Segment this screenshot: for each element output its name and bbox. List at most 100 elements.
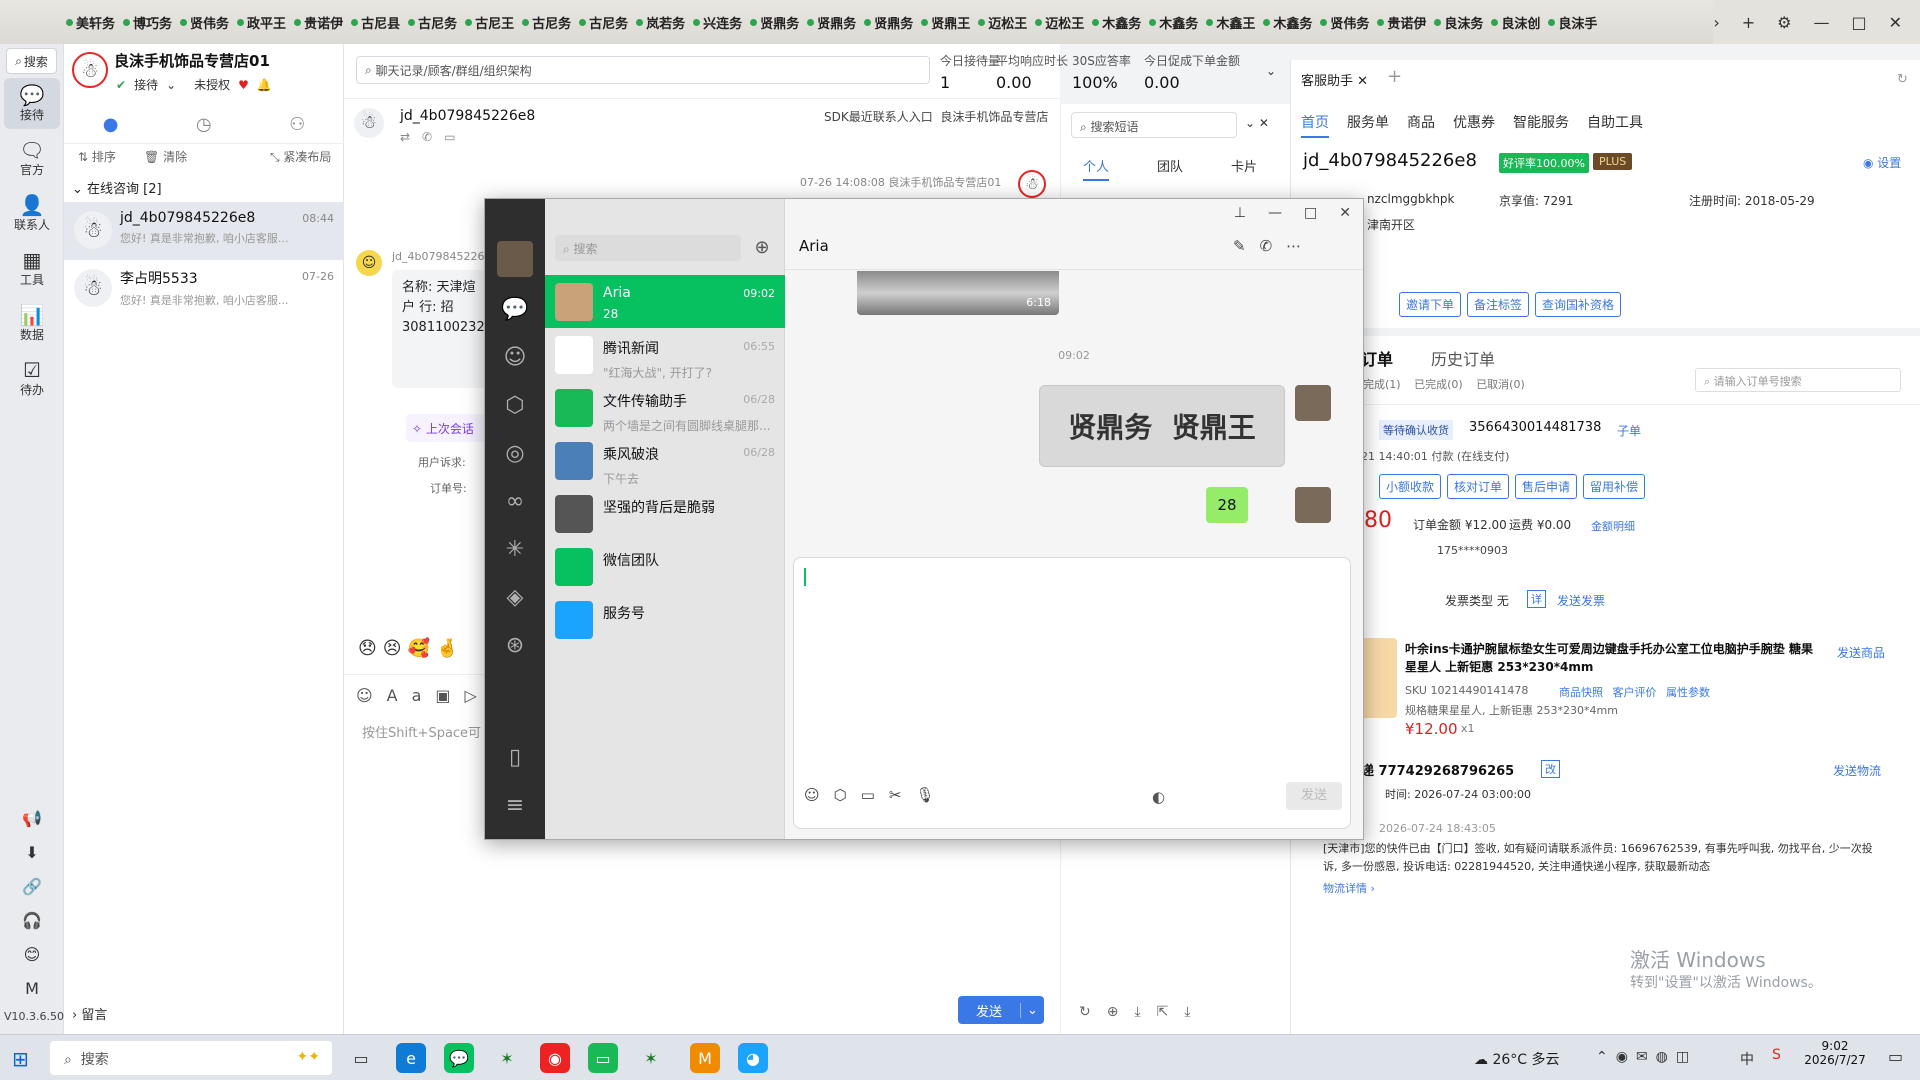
top-tab[interactable]: 良沫创 bbox=[1491, 13, 1540, 32]
invoice-detail-button[interactable]: 详 bbox=[1527, 590, 1546, 608]
sku-links[interactable]: 商品快照 客户评价 属性参数 bbox=[1559, 684, 1710, 700]
wechat-conversation-item[interactable]: 文件传输助手 两个墙是之间有圆脚线桌腿那... 06/28 bbox=[545, 381, 785, 434]
diamond-icon[interactable]: ◈ bbox=[497, 579, 533, 615]
order-subtabs[interactable]: 完成(1) 已完成(0) 已取消(0) bbox=[1363, 376, 1525, 392]
send-product-link[interactable]: 发送商品 bbox=[1837, 644, 1885, 661]
quick-reply-toolbar[interactable]: ↻⊕⤓⇱⤓ bbox=[1079, 1004, 1207, 1020]
tab-orders[interactable]: 订单 bbox=[1361, 346, 1393, 370]
wechat-send-button[interactable]: 发送 bbox=[1286, 782, 1342, 810]
wechat-conversation-item[interactable]: 微信团队 bbox=[545, 540, 785, 593]
channels-icon[interactable]: ∞ bbox=[497, 483, 533, 519]
add-icon[interactable]: ⊕ bbox=[749, 235, 775, 261]
close-button[interactable]: ✕ bbox=[1889, 13, 1902, 32]
leave-message-header[interactable]: › 留言 bbox=[72, 1004, 107, 1023]
emoji-row[interactable]: 😞😣🥰🤞 bbox=[358, 638, 464, 659]
rail-bottom-icon[interactable]: 🎧 bbox=[0, 904, 64, 938]
rail-item[interactable]: ▦ 工具 bbox=[4, 243, 60, 294]
wechat-search-input[interactable]: ⌕ 搜索 bbox=[555, 235, 741, 261]
top-tab[interactable]: 木鑫王 bbox=[1206, 13, 1255, 32]
menu-icon[interactable]: ≡ bbox=[497, 787, 533, 823]
send-button[interactable]: 发送 ⌄ bbox=[958, 996, 1044, 1024]
wechat-conversation-item[interactable]: 服务号 bbox=[545, 593, 785, 646]
wechat-input-toolbar[interactable]: ☺⬡▭✂🎙 bbox=[804, 786, 949, 804]
top-tab[interactable]: 博巧务 bbox=[123, 13, 172, 32]
sort-button[interactable]: ⇅ 排序 bbox=[78, 148, 116, 165]
order-action-button[interactable]: 售后申请 bbox=[1515, 474, 1578, 499]
rail-item[interactable]: 💬 接待 bbox=[4, 78, 60, 129]
top-tab[interactable]: 古尼务 bbox=[579, 13, 628, 32]
tab-card[interactable]: 卡片 bbox=[1231, 156, 1257, 175]
notification-icon[interactable]: ▭ bbox=[1888, 1047, 1903, 1066]
rail-bottom-icon[interactable]: 📢 bbox=[0, 802, 64, 836]
sparkle-icon[interactable]: ✳ bbox=[497, 531, 533, 567]
rail-item[interactable]: ☑ 待办 bbox=[4, 353, 60, 404]
top-tab[interactable]: 贤伟务 bbox=[1320, 13, 1369, 32]
moments-icon[interactable]: ◎ bbox=[497, 435, 533, 471]
add-tab-button[interactable]: + bbox=[1742, 13, 1755, 32]
m-app-icon[interactable]: M bbox=[690, 1043, 720, 1073]
top-tab[interactable]: 良沫手 bbox=[1548, 13, 1597, 32]
top-tab[interactable]: 贤鼎务 bbox=[750, 13, 799, 32]
tab-history-orders[interactable]: 历史订单 bbox=[1431, 346, 1495, 370]
top-tab[interactable]: 木鑫务 bbox=[1149, 13, 1198, 32]
contacts-icon[interactable]: ☺ bbox=[497, 339, 533, 375]
helper-nav-tab[interactable]: 自助工具 bbox=[1587, 112, 1643, 138]
clock-icon[interactable]: ◷ bbox=[196, 114, 212, 135]
wechat-chat-tools[interactable]: ✎✆⋯ bbox=[1233, 237, 1315, 255]
sticker-image[interactable]: 贤鼎务 贤鼎王 bbox=[1039, 385, 1285, 467]
ime-indicator[interactable]: 中 bbox=[1740, 1049, 1754, 1069]
helper-nav-tab[interactable]: 优惠券 bbox=[1453, 112, 1495, 138]
compact-layout-button[interactable]: ⤡ 紧凑布局 bbox=[270, 148, 331, 165]
chevron-down-icon[interactable]: ⌄ bbox=[1266, 64, 1276, 78]
quick-reply-search[interactable]: ⌕ 搜索短语 bbox=[1071, 112, 1237, 138]
helper-tab[interactable]: 客服助手 ✕ bbox=[1301, 70, 1368, 89]
rail-item[interactable]: 🗨 官方 bbox=[4, 133, 60, 184]
rail-search-button[interactable]: ⌕ 搜索 bbox=[6, 48, 57, 74]
clock[interactable]: 9:02 2026/7/27 bbox=[1800, 1039, 1870, 1067]
customer-action-button[interactable]: 备注标签 bbox=[1467, 292, 1530, 317]
edge-icon[interactable]: e bbox=[396, 1043, 426, 1073]
chat-bubble-icon[interactable]: ● bbox=[103, 114, 119, 135]
top-tab[interactable]: 古尼务 bbox=[522, 13, 571, 32]
jd-app-icon[interactable]: ◉ bbox=[540, 1043, 570, 1073]
send-logistics-link[interactable]: 发送物流 bbox=[1833, 762, 1881, 779]
tab-team[interactable]: 团队 bbox=[1157, 156, 1183, 175]
conversation-item[interactable]: ☃ 李占明5533 07-26 您好! 真是非常抱歉, 咱小店客服... bbox=[64, 260, 344, 318]
logistics-detail-link[interactable]: 物流详情 › bbox=[1323, 880, 1375, 896]
top-tab[interactable]: 迈松王 bbox=[978, 13, 1027, 32]
add-tab-button[interactable]: + bbox=[1387, 66, 1402, 87]
wechat-taskbar-icon[interactable]: 💬 bbox=[444, 1043, 474, 1073]
top-tab[interactable]: 贤鼎王 bbox=[921, 13, 970, 32]
video-thumbnail[interactable]: 6:18 bbox=[857, 271, 1059, 315]
maximize-button[interactable]: □ bbox=[1851, 13, 1866, 32]
top-tab[interactable]: 兴连务 bbox=[693, 13, 742, 32]
group-icon[interactable]: ⚇ bbox=[289, 114, 305, 135]
customer-action-button[interactable]: 查询国补资格 bbox=[1535, 292, 1622, 317]
minimize-button[interactable]: — bbox=[1813, 13, 1829, 32]
helper-nav-tab[interactable]: 服务单 bbox=[1347, 112, 1389, 138]
top-tab[interactable]: 迈松王 bbox=[1035, 13, 1084, 32]
top-tab[interactable]: 贤伟务 bbox=[180, 13, 229, 32]
pin-icon[interactable]: ⊥ bbox=[1234, 205, 1246, 221]
chat-app-icon[interactable]: ▭ bbox=[588, 1043, 618, 1073]
minimize-button[interactable]: — bbox=[1268, 205, 1282, 221]
rail-bottom-icon[interactable]: M bbox=[0, 972, 64, 1006]
wechat-conversation-item[interactable]: Aria 28 09:02 bbox=[545, 275, 785, 328]
bell-icon[interactable]: 🔔 bbox=[257, 78, 272, 92]
top-tab[interactable]: 美轩务 bbox=[66, 13, 115, 32]
amount-detail-link[interactable]: 金额明细 bbox=[1591, 518, 1635, 534]
app-star-icon-2[interactable]: ✶ bbox=[636, 1043, 666, 1073]
filter-icon[interactable]: ⌄ ✕ bbox=[1245, 116, 1269, 130]
order-action-button[interactable]: 小额收款 bbox=[1379, 474, 1442, 499]
taskbar-search[interactable]: ⌕ 搜索 ✦✦ bbox=[50, 1041, 332, 1075]
rail-item[interactable]: 👤 联系人 bbox=[4, 188, 60, 239]
top-tab[interactable]: 贵诺伊 bbox=[294, 13, 343, 32]
sogou-icon[interactable]: S bbox=[1772, 1047, 1781, 1063]
top-tab[interactable]: 良沫务 bbox=[1434, 13, 1483, 32]
wechat-conversation-item[interactable]: 乘风破浪 下午去 06/28 bbox=[545, 434, 785, 487]
order-action-button[interactable]: 核对订单 bbox=[1447, 474, 1510, 499]
input-toolbar[interactable]: ☺Aa▣▷ bbox=[356, 686, 491, 705]
chat-icon[interactable]: 💬 bbox=[497, 291, 533, 327]
top-tab[interactable]: 古尼县 bbox=[351, 13, 400, 32]
chat-action-icons[interactable]: ⇄✆▭ bbox=[400, 130, 467, 144]
